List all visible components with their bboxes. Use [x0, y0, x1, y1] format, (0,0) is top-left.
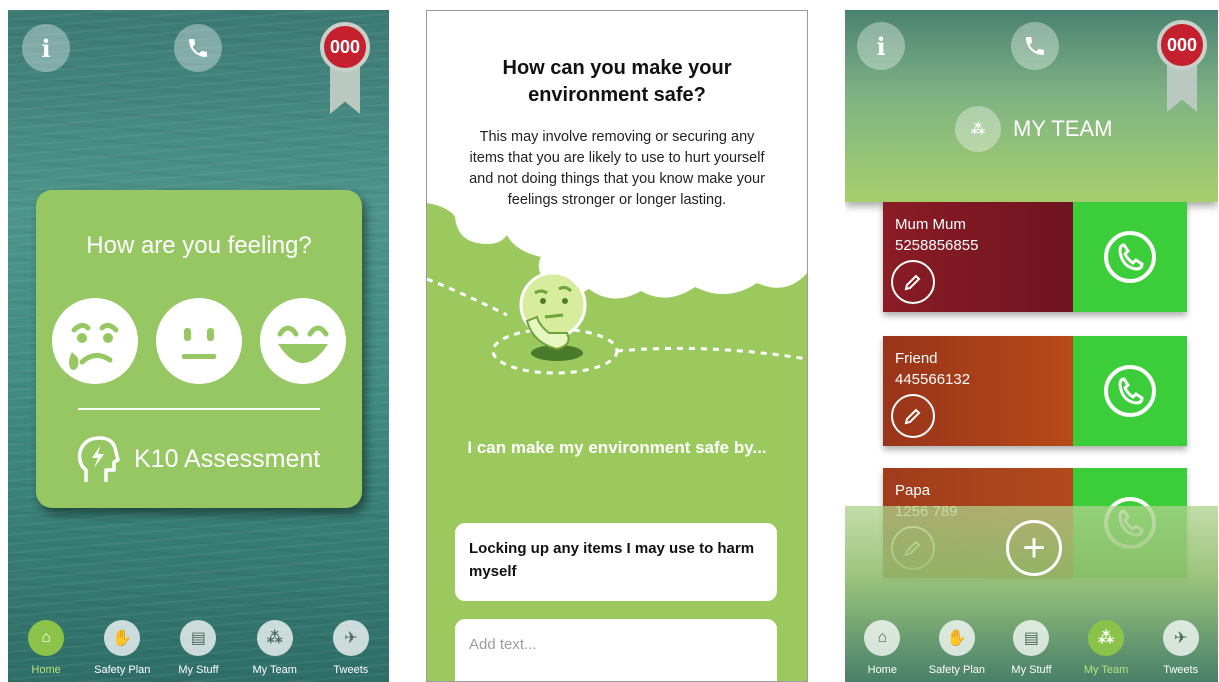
- edit-button[interactable]: [891, 260, 935, 304]
- k10-label: K10 Assessment: [134, 444, 321, 473]
- nav-label: Safety Plan: [928, 664, 986, 676]
- team-icon: ⁂: [256, 620, 293, 656]
- divider: [78, 408, 320, 410]
- nav-label: My Stuff: [1011, 664, 1052, 676]
- nav-label: My Team: [1083, 664, 1129, 676]
- my-team-screen: i 000 ⁂ MY TEAM Mum Mum 5258856855 Frien…: [845, 10, 1218, 682]
- contact-info[interactable]: Friend 445566132: [883, 336, 1073, 446]
- nav-label: Home: [31, 664, 61, 676]
- neutral-face-button[interactable]: [156, 298, 242, 384]
- call-button[interactable]: [1073, 202, 1187, 312]
- contact-card: Friend 445566132: [883, 336, 1187, 446]
- nav-label: My Stuff: [178, 664, 219, 676]
- prompt-text: I can make my environment safe by...: [467, 438, 767, 457]
- nav-home[interactable]: ⌂ Home: [11, 620, 81, 676]
- neutral-face-icon: [182, 328, 216, 359]
- nav-tweets[interactable]: ✈ Tweets: [316, 620, 386, 676]
- safety-plan-screen: How can you make your environment safe? …: [426, 10, 808, 682]
- question-description: This may involve removing or securing an…: [469, 129, 765, 208]
- sad-face-icon: [69, 322, 119, 370]
- entry-text: Locking up any items I may use to harm m…: [469, 540, 755, 580]
- bottom-nav: ⌂ Home ✋ Safety Plan ▤ My Stuff ⁂ My Tea…: [845, 610, 1218, 682]
- my-stuff-icon: ▤: [180, 620, 217, 656]
- emergency-label: 000: [320, 22, 370, 72]
- pencil-icon: [904, 274, 921, 291]
- nav-label: Home: [867, 664, 897, 676]
- home-icon: ⌂: [864, 620, 901, 656]
- feeling-title: How are you feeling?: [86, 232, 312, 259]
- call-button[interactable]: [1073, 336, 1187, 446]
- add-contact-button[interactable]: +: [1006, 520, 1062, 576]
- happy-face-button[interactable]: [260, 298, 346, 384]
- emergency-button[interactable]: 000: [1157, 20, 1207, 112]
- phone-call-icon: [1104, 365, 1156, 417]
- safety-entry[interactable]: Locking up any items I may use to harm m…: [455, 523, 777, 601]
- contact-phone: 445566132: [895, 371, 971, 388]
- safety-plan-icon: ✋: [938, 620, 975, 656]
- contact-phone: 5258856855: [895, 237, 979, 254]
- nav-home[interactable]: ⌂ Home: [847, 620, 917, 676]
- nav-label: Tweets: [333, 664, 369, 676]
- nav-my-team[interactable]: ⁂ My Team: [240, 620, 310, 676]
- nav-label: Safety Plan: [94, 664, 151, 676]
- nav-safety-plan[interactable]: ✋ Safety Plan: [922, 620, 992, 676]
- info-icon: i: [41, 33, 51, 63]
- head-lightning-icon: [77, 436, 120, 482]
- contact-name: Friend: [895, 350, 938, 367]
- nav-my-team[interactable]: ⁂ My Team: [1071, 620, 1141, 676]
- question-title: How can you make your environment safe?: [502, 57, 732, 106]
- feeling-card: How are you feeling? K10 Assessment: [36, 190, 362, 508]
- team-icon: ⁂: [955, 106, 1001, 152]
- phone-button[interactable]: [1011, 22, 1059, 70]
- phone-call-icon: [1104, 231, 1156, 283]
- title-text: MY TEAM: [1013, 116, 1113, 141]
- nav-label: My Team: [252, 664, 297, 676]
- sad-face-button[interactable]: [52, 298, 138, 384]
- contact-name: Mum Mum: [895, 216, 966, 233]
- phone-icon: [178, 28, 218, 68]
- phone-button[interactable]: [174, 24, 222, 72]
- nav-my-stuff[interactable]: ▤ My Stuff: [996, 620, 1066, 676]
- nav-tweets[interactable]: ✈ Tweets: [1146, 620, 1216, 676]
- k10-assessment-button[interactable]: K10 Assessment: [76, 434, 320, 484]
- info-button[interactable]: i: [857, 22, 905, 70]
- info-button[interactable]: i: [22, 24, 70, 72]
- emergency-button[interactable]: 000: [320, 22, 370, 114]
- my-stuff-icon: ▤: [1013, 620, 1050, 656]
- nav-my-stuff[interactable]: ▤ My Stuff: [163, 620, 233, 676]
- add-text-input[interactable]: Add text...: [455, 619, 777, 681]
- pencil-icon: [904, 408, 921, 425]
- edit-button[interactable]: [891, 394, 935, 438]
- bottom-nav: ⌂ Home ✋ Safety Plan ▤ My Stuff ⁂ My Tea…: [8, 610, 389, 682]
- nav-safety-plan[interactable]: ✋ Safety Plan: [87, 620, 157, 676]
- emergency-label: 000: [1157, 20, 1207, 70]
- info-icon: i: [876, 31, 886, 61]
- happy-face-icon: [277, 325, 329, 363]
- page-title: ⁂ MY TEAM: [955, 106, 1112, 152]
- contact-name: Papa: [895, 482, 931, 499]
- bird-icon: ✈: [332, 620, 369, 656]
- home-icon: ⌂: [28, 620, 65, 656]
- safety-plan-icon: ✋: [104, 620, 141, 656]
- bird-icon: ✈: [1162, 620, 1199, 656]
- phone-icon: [1015, 26, 1055, 66]
- nav-label: Tweets: [1163, 664, 1199, 676]
- thinking-emoji-illustration: [427, 271, 807, 375]
- contact-card: Mum Mum 5258856855: [883, 202, 1187, 312]
- plus-icon: +: [1022, 526, 1046, 570]
- home-screen: i 000 How are you feeling? K10 Assessmen…: [8, 10, 389, 682]
- team-icon: ⁂: [1088, 620, 1125, 656]
- team-header: i 000 ⁂ MY TEAM: [845, 10, 1218, 202]
- add-text-placeholder: Add text...: [469, 636, 537, 653]
- contact-info[interactable]: Mum Mum 5258856855: [883, 202, 1073, 312]
